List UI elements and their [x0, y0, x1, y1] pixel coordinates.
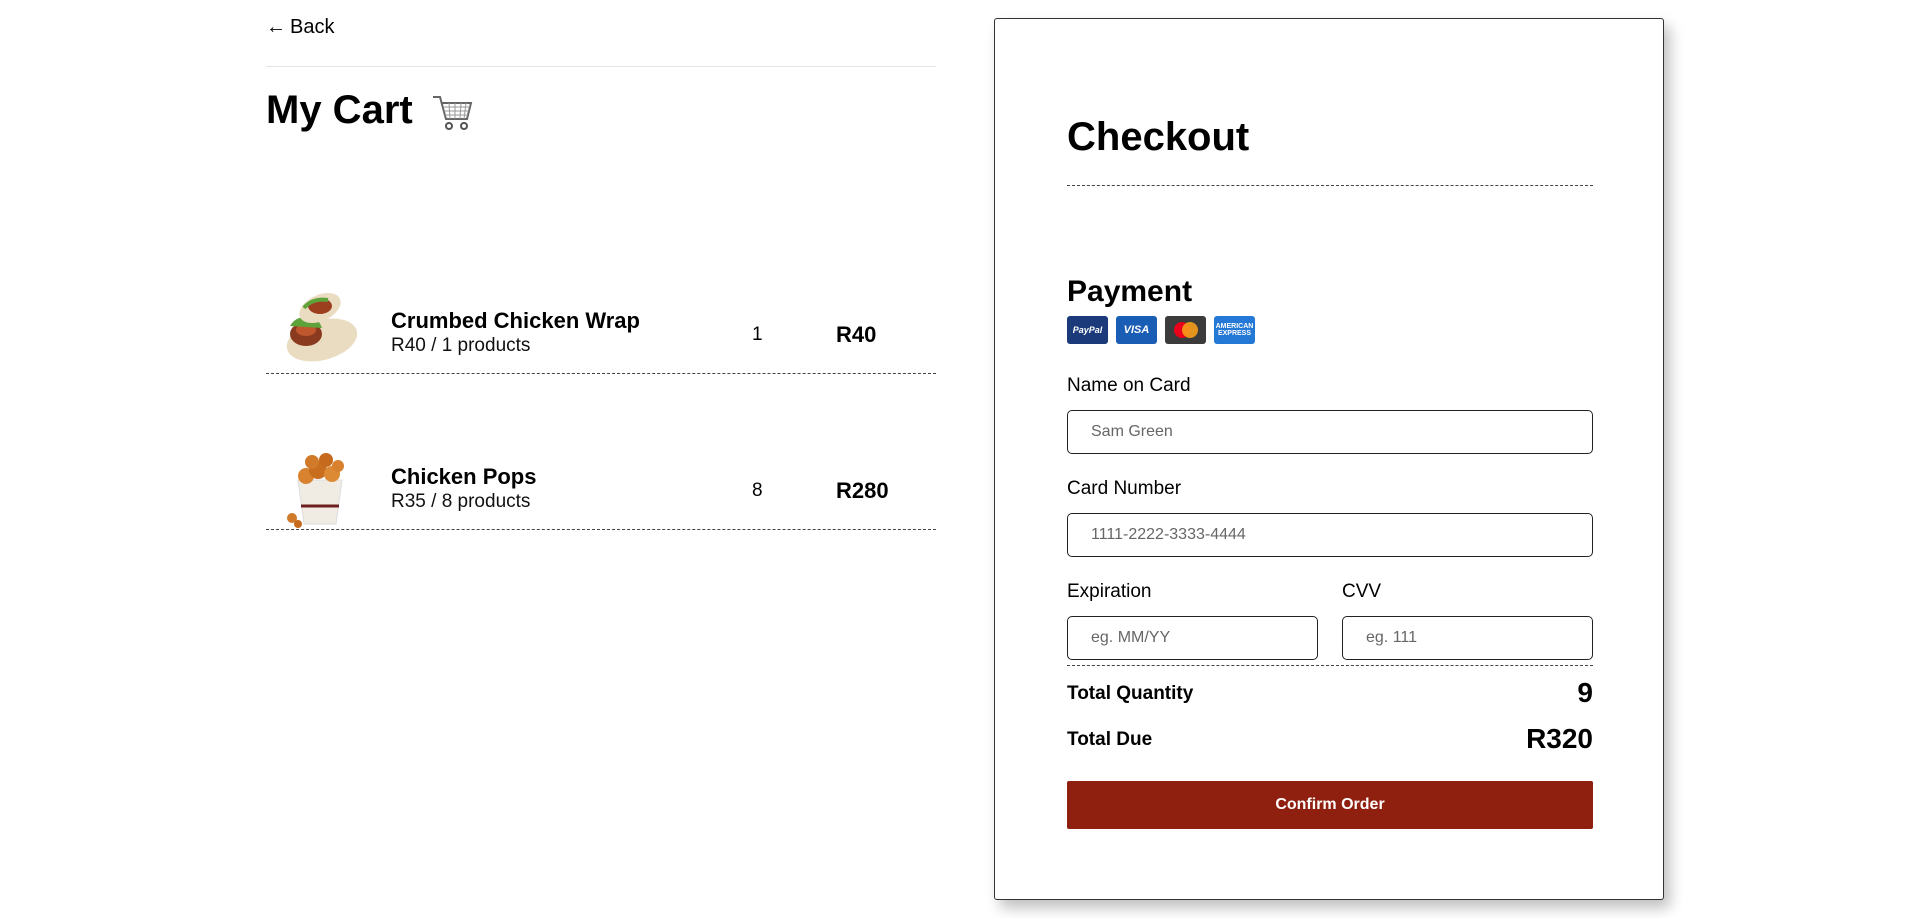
name-on-card-label: Name on Card [1067, 375, 1191, 396]
amex-icon: AMERICAN EXPRESS [1214, 316, 1255, 344]
page-title: My Cart [266, 88, 475, 133]
total-quantity-label: Total Quantity [1067, 683, 1194, 704]
total-due-value: R320 [1526, 723, 1593, 754]
item-unit-price: R40 / 1 products [391, 335, 531, 356]
item-quantity: 1 [752, 324, 763, 345]
checkout-panel: Checkout Payment PayPal VISA AMERICAN EX… [994, 18, 1664, 900]
confirm-order-button[interactable]: Confirm Order [1067, 781, 1593, 829]
cart-item: Chicken Pops R35 / 8 products 8 R280 [266, 420, 936, 530]
back-link[interactable]: ← Back [266, 16, 334, 39]
visa-icon: VISA [1116, 316, 1157, 344]
item-price: R40 [836, 322, 877, 347]
checkout-divider [1067, 185, 1593, 186]
checkout-title: Checkout [1067, 115, 1250, 159]
top-divider [266, 66, 936, 67]
summary-divider [1067, 665, 1593, 666]
chicken-pops-image [276, 442, 364, 530]
mastercard-icon [1165, 316, 1206, 344]
cart-item: Crumbed Chicken Wrap R40 / 1 products 1 … [266, 264, 936, 374]
cvv-label: CVV [1342, 581, 1382, 602]
back-label: Back [290, 16, 335, 38]
cart-title-text: My Cart [266, 88, 413, 132]
total-quantity-value: 9 [1577, 677, 1593, 708]
back-arrow-icon: ← [266, 16, 286, 38]
card-number-input[interactable] [1067, 513, 1593, 557]
item-price: R280 [836, 478, 889, 503]
name-on-card-input[interactable] [1067, 410, 1593, 454]
shopping-cart-icon [431, 89, 475, 133]
item-info: Crumbed Chicken Wrap R40 / 1 products [391, 308, 640, 358]
total-due-label: Total Due [1067, 729, 1153, 750]
item-name: Crumbed Chicken Wrap [391, 308, 640, 333]
item-name: Chicken Pops [391, 464, 537, 489]
payment-methods: PayPal VISA AMERICAN EXPRESS [1067, 316, 1255, 344]
wrap-image [276, 286, 364, 374]
card-number-label: Card Number [1067, 478, 1182, 499]
amex-label: AMERICAN EXPRESS [1215, 323, 1254, 337]
visa-label: VISA [1123, 324, 1150, 336]
expiration-input[interactable] [1067, 616, 1318, 660]
paypal-label: PayPal [1072, 325, 1103, 335]
item-info: Chicken Pops R35 / 8 products [391, 464, 536, 514]
paypal-icon: PayPal [1067, 316, 1108, 344]
cvv-input[interactable] [1342, 616, 1593, 660]
item-unit-price: R35 / 8 products [391, 491, 531, 512]
expiration-label: Expiration [1067, 581, 1152, 602]
item-quantity: 8 [752, 480, 763, 501]
payment-title: Payment [1067, 275, 1193, 308]
